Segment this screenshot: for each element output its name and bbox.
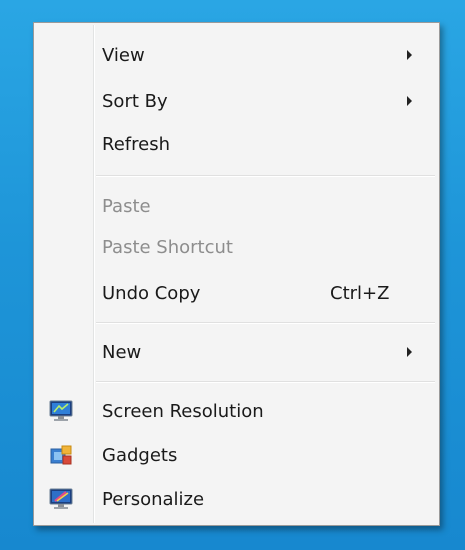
menu-item-new-label: New [102, 341, 142, 363]
menu-item-refresh[interactable]: Refresh [36, 124, 437, 164]
menu-separator [96, 175, 435, 177]
submenu-arrow-icon [407, 347, 412, 357]
undo-copy-shortcut: Ctrl+Z [330, 282, 390, 304]
personalize-icon [49, 488, 73, 509]
menu-separator [96, 381, 435, 383]
menu-item-undo-copy-label: Undo Copy [102, 282, 201, 304]
menu-item-screen-resolution-label: Screen Resolution [102, 400, 264, 422]
menu-item-gadgets[interactable]: Gadgets [36, 435, 437, 475]
screen-resolution-icon [49, 400, 73, 421]
menu-item-new[interactable]: New [36, 332, 437, 372]
menu-item-view[interactable]: View [36, 35, 437, 75]
gadgets-icon [50, 445, 72, 465]
menu-item-paste-shortcut[interactable]: Paste Shortcut [36, 227, 437, 267]
menu-item-personalize-label: Personalize [102, 488, 205, 510]
menu-item-screen-resolution[interactable]: Screen Resolution [36, 391, 437, 431]
menu-separator [96, 322, 435, 324]
submenu-arrow-icon [407, 96, 412, 106]
menu-item-gadgets-label: Gadgets [102, 444, 178, 466]
menu-item-paste[interactable]: Paste [36, 186, 437, 226]
menu-item-paste-label: Paste [102, 195, 151, 217]
menu-item-view-label: View [102, 44, 145, 66]
submenu-arrow-icon [407, 50, 412, 60]
desktop-context-menu: View Sort By Refresh Paste Paste Shortcu… [33, 22, 440, 526]
menu-item-sort-by[interactable]: Sort By [36, 81, 437, 121]
menu-item-paste-shortcut-label: Paste Shortcut [102, 236, 233, 258]
menu-item-personalize[interactable]: Personalize [36, 479, 437, 519]
menu-item-undo-copy[interactable]: Undo Copy Ctrl+Z [36, 273, 437, 313]
menu-item-refresh-label: Refresh [102, 133, 170, 155]
menu-item-sort-by-label: Sort By [102, 90, 168, 112]
